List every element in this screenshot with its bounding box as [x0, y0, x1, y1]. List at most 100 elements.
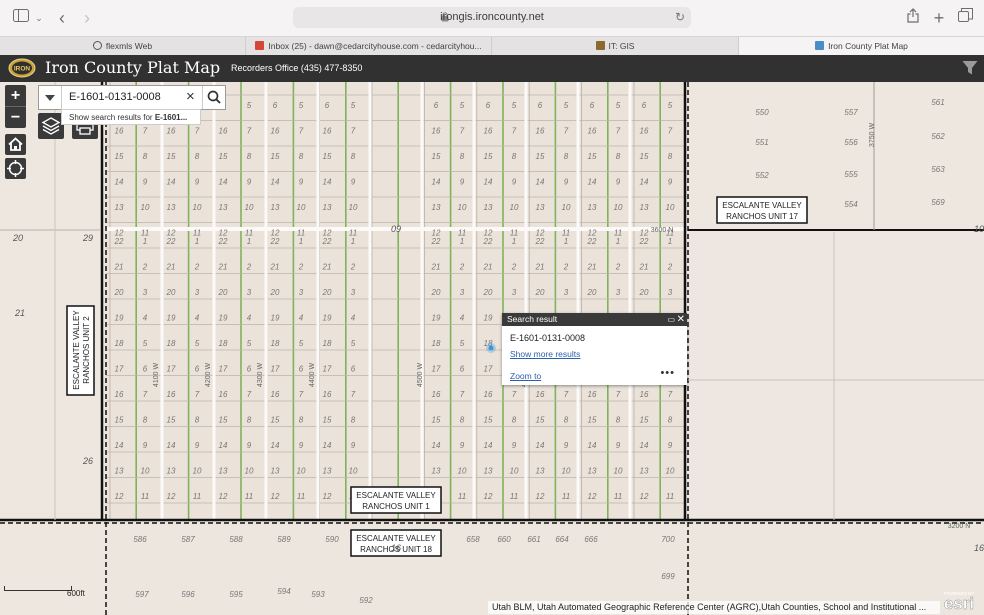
lot-number: 14: [323, 441, 332, 450]
lot-number: 20: [114, 288, 124, 297]
lot-number: 15: [219, 416, 228, 425]
lot-number: 5: [351, 101, 356, 110]
browser-toolbar: ⌄ ‹ › irongis.ironcounty.net ↻ +: [0, 0, 984, 36]
tab-plat-map[interactable]: Iron County Plat Map: [739, 37, 984, 56]
lot-number: 9: [668, 178, 673, 187]
lot-number: 9: [668, 441, 673, 450]
tab-inbox[interactable]: Inbox (25) - dawn@cedarcityhouse.com - c…: [246, 37, 492, 56]
lot-number: 597: [135, 590, 149, 599]
lot-number: 10: [510, 467, 519, 476]
lot-number: 14: [167, 441, 176, 450]
map-view[interactable]: 6565656565656565656516716716716716716716…: [0, 82, 984, 615]
lot-number: 1: [143, 237, 147, 246]
lot-number: 3: [512, 288, 517, 297]
lot-number: 16: [219, 390, 228, 399]
scale-label: 600ft: [67, 589, 85, 598]
lot-number: 10: [297, 467, 306, 476]
search-source-dropdown[interactable]: [39, 86, 62, 109]
lot-number: 20: [270, 288, 280, 297]
lot-number: 556: [844, 138, 858, 147]
road: [264, 82, 268, 520]
lot-number: 16: [588, 127, 597, 136]
forward-icon[interactable]: ›: [79, 8, 95, 28]
lot-number: 22: [114, 237, 124, 246]
lot-number: 9: [247, 441, 252, 450]
more-options-icon[interactable]: •••: [660, 367, 675, 379]
road: [524, 82, 528, 520]
lot-number: 11: [666, 492, 674, 501]
gmail-icon: [255, 41, 265, 50]
tab-it-gis[interactable]: IT: GIS: [492, 37, 739, 56]
lot-number: 6: [351, 365, 356, 374]
share-icon[interactable]: [905, 8, 921, 28]
popup-header: Search result ▭ ✕: [502, 313, 687, 326]
lot-number: 3: [460, 288, 465, 297]
reload-icon[interactable]: ↻: [675, 10, 685, 24]
chevron-down-icon[interactable]: ⌄: [33, 8, 45, 28]
lot-number: 1: [247, 237, 251, 246]
sidebar-toggle-icon[interactable]: [12, 8, 30, 28]
lot-number: 9: [143, 178, 148, 187]
lot-number: 1: [512, 237, 516, 246]
edge-label: 10: [974, 224, 984, 234]
lot-number: 3: [616, 288, 621, 297]
lot-number: 22: [483, 237, 493, 246]
close-icon[interactable]: ✕: [677, 313, 685, 326]
road-label: 3200 N: [948, 523, 971, 530]
lot-number: 6: [486, 101, 491, 110]
lot-number: 16: [115, 127, 124, 136]
lot-number: 21: [270, 263, 280, 272]
subdivision-label-unit-17: ESCALANTE VALLEY RANCHOS UNIT 17: [716, 196, 808, 224]
lot-number: 12: [115, 492, 124, 501]
clear-icon[interactable]: ×: [186, 89, 195, 105]
address-bar[interactable]: irongis.ironcounty.net ↻: [293, 7, 691, 28]
lot-number: 3: [564, 288, 569, 297]
lot-number: 589: [277, 535, 291, 544]
zoom-to-link[interactable]: Zoom to: [510, 371, 541, 381]
tab-flexmls[interactable]: flexmls Web: [0, 37, 246, 56]
search-input[interactable]: E-1601-0131-0008: [69, 86, 161, 109]
lot-number: 5: [564, 101, 569, 110]
lot-number: 12: [484, 492, 493, 501]
lot-number: 3: [299, 288, 304, 297]
search-button[interactable]: [202, 86, 225, 109]
lot-number: 666: [584, 535, 598, 544]
lot-number: 21: [218, 263, 228, 272]
search-result-marker[interactable]: [486, 343, 496, 353]
locate-button[interactable]: [5, 158, 26, 179]
maximize-icon[interactable]: ▭: [667, 313, 675, 326]
lot-number: 16: [115, 390, 124, 399]
section-number: 21: [14, 308, 25, 318]
tab-overview-icon[interactable]: [956, 8, 974, 28]
lot-number: 561: [931, 98, 944, 107]
lot-number: 4: [143, 314, 148, 323]
lot-number: 569: [931, 198, 945, 207]
plat-map-icon: [815, 41, 825, 50]
lot-number: 1: [460, 237, 464, 246]
lot-number: 7: [143, 390, 148, 399]
lot-number: 554: [844, 200, 858, 209]
lot-number: 6: [460, 365, 465, 374]
lot-number: 13: [271, 467, 280, 476]
filter-icon[interactable]: [962, 60, 978, 76]
lot-number: 10: [666, 467, 675, 476]
lot-number: 8: [299, 416, 304, 425]
lot-number: 661: [527, 535, 540, 544]
lot-number: 10: [562, 467, 571, 476]
road: [160, 82, 164, 520]
search-suggestion[interactable]: Show search results for E-1601...: [61, 109, 201, 125]
lot-number: 6: [273, 101, 278, 110]
lot-number: 8: [247, 416, 252, 425]
lot-number: 15: [432, 152, 441, 161]
home-button[interactable]: [5, 134, 26, 155]
show-more-results-link[interactable]: Show more results: [510, 349, 580, 359]
map-canvas[interactable]: 6565656565656565656516716716716716716716…: [0, 82, 984, 615]
zoom-in-button[interactable]: +: [5, 85, 26, 107]
zoom-out-button[interactable]: −: [5, 107, 26, 128]
new-tab-icon[interactable]: +: [931, 8, 947, 28]
lot-number: 21: [535, 263, 545, 272]
back-icon[interactable]: ‹: [54, 8, 70, 28]
lot-number: 15: [588, 416, 597, 425]
lot-number: 13: [115, 467, 124, 476]
lot-number: 19: [219, 314, 228, 323]
